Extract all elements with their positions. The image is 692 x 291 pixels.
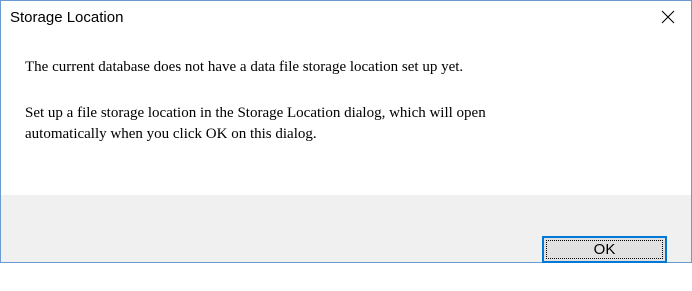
title-bar[interactable]: Storage Location bbox=[1, 1, 691, 33]
ok-button[interactable]: OK bbox=[542, 236, 667, 263]
message-line-1: The current database does not have a dat… bbox=[25, 59, 464, 75]
window-title: Storage Location bbox=[10, 9, 124, 26]
message-line-3: automatically when you click OK on this … bbox=[25, 126, 317, 142]
ok-button-label: OK bbox=[593, 241, 616, 258]
close-icon bbox=[661, 10, 675, 24]
button-footer: OK bbox=[1, 195, 691, 263]
message-line-2: Set up a file storage location in the St… bbox=[25, 105, 486, 121]
close-button[interactable] bbox=[645, 1, 691, 32]
